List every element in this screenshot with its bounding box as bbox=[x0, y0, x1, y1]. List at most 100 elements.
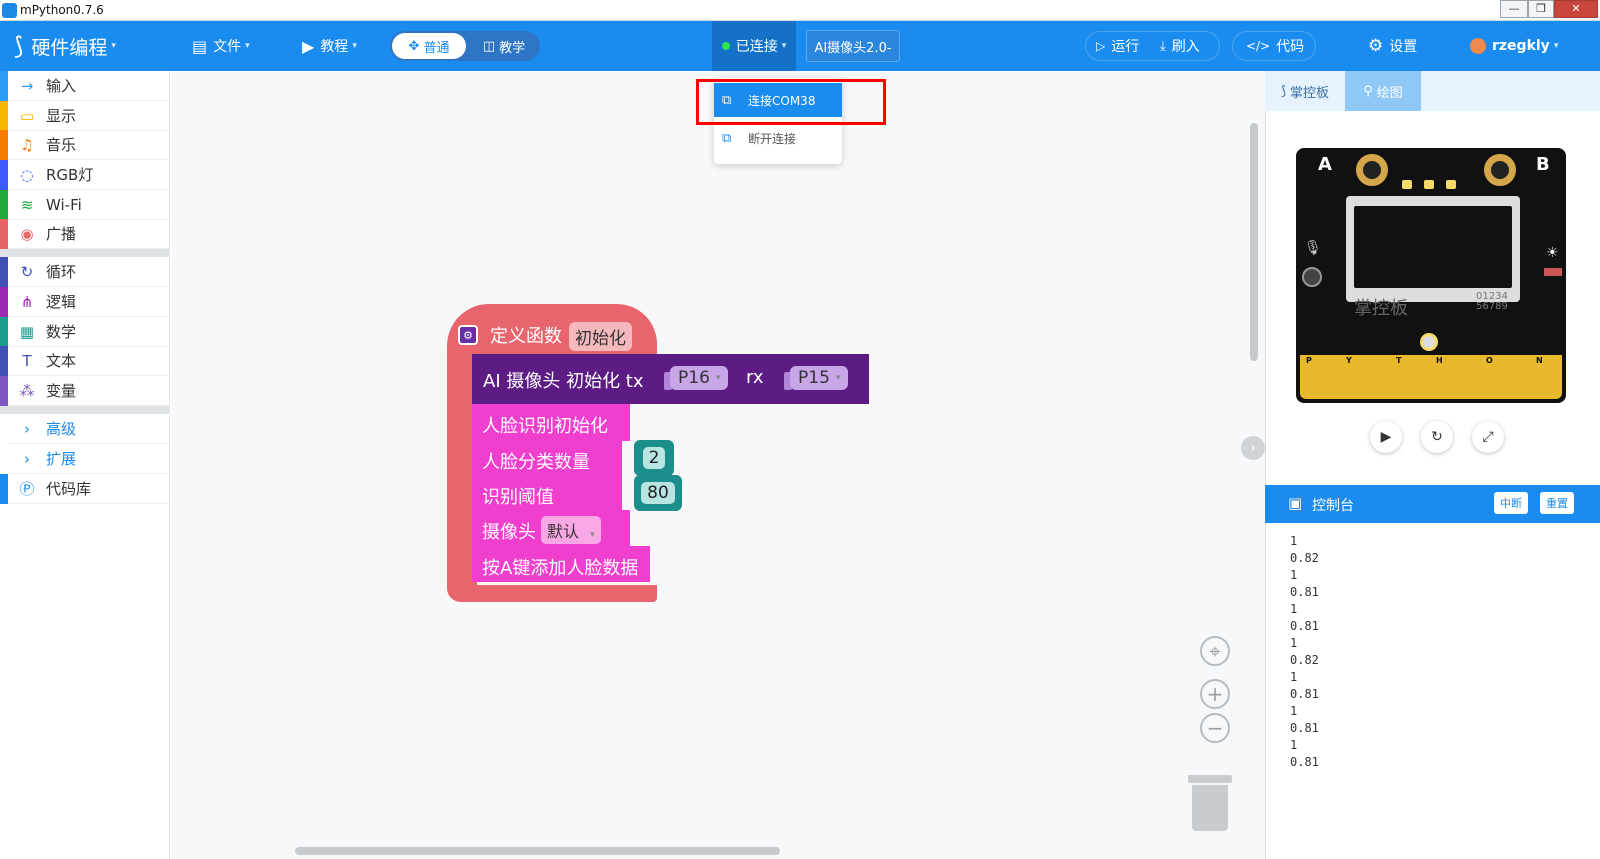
avatar bbox=[1470, 38, 1486, 54]
user-name: rzegkly bbox=[1492, 38, 1550, 54]
file-menu[interactable]: ▤ 文件 ▾ bbox=[192, 21, 250, 71]
sidebar-item-11[interactable]: › 高级 bbox=[0, 413, 170, 444]
chevron-down-icon: ▾ bbox=[1553, 41, 1559, 51]
function-name-field[interactable]: 初始化 bbox=[569, 322, 632, 351]
board-pin-label: O bbox=[1486, 356, 1493, 365]
disconnect-menu-item[interactable]: ⧉ 断开连接 bbox=[714, 121, 842, 155]
recenter-icon[interactable]: ⌖ bbox=[1200, 636, 1230, 666]
console-title: 控制台 bbox=[1312, 498, 1354, 514]
sidebar-item-0[interactable]: → 输入 bbox=[0, 70, 170, 101]
category-color-bar bbox=[0, 473, 8, 504]
category-color-bar bbox=[0, 316, 8, 347]
sidebar-item-label: 文本 bbox=[46, 352, 77, 370]
sim-reset-button[interactable]: ↻ bbox=[1421, 421, 1453, 453]
reset-button[interactable]: 重置 bbox=[1540, 492, 1574, 514]
sidebar-item-10[interactable]: ⁂ 变量 bbox=[0, 375, 170, 406]
sidebar-item-3[interactable]: ◌ RGB灯 bbox=[0, 159, 170, 190]
user-menu[interactable]: rzegkly ▾ bbox=[1470, 21, 1558, 71]
tx-pin-dropdown[interactable]: P16 ▾ bbox=[670, 366, 729, 390]
horizontal-scrollbar[interactable] bbox=[295, 847, 780, 855]
gold-finger-pins bbox=[1300, 355, 1562, 399]
zoom-out-icon[interactable]: − bbox=[1200, 713, 1230, 743]
minimize-button[interactable]: — bbox=[1500, 0, 1528, 18]
face-recognition-init-label: 人脸识别初始化 bbox=[482, 416, 608, 437]
board-button bbox=[1420, 333, 1438, 351]
light-sensor bbox=[1544, 268, 1562, 276]
button-a-label[interactable]: A bbox=[1318, 154, 1332, 175]
expand-icon: ⤢ bbox=[1482, 429, 1494, 445]
rx-label: rx bbox=[746, 367, 764, 388]
sidebar-item-2[interactable]: ♫ 音乐 bbox=[0, 129, 170, 160]
category-color-bar bbox=[0, 100, 8, 131]
sidebar-item-label: 显示 bbox=[46, 107, 77, 125]
settings-button[interactable]: ⚙ 设置 bbox=[1368, 21, 1417, 71]
close-button[interactable]: ✕ bbox=[1554, 0, 1598, 18]
sidebar-item-9[interactable]: T 文本 bbox=[0, 345, 170, 376]
mode-normal-button[interactable]: ✥ 普通 bbox=[392, 33, 466, 59]
main-toolbar: ⟆ 硬件编程 ▾ ▤ 文件 ▾ ▶ 教程 ▾ ✥ 普通 ◫ 教学 已连接 ▾ A… bbox=[0, 21, 1600, 71]
tab-draw[interactable]: ⚲ 绘图 bbox=[1345, 71, 1421, 111]
camera-label: 摄像头 bbox=[482, 522, 536, 543]
sidebar-item-4[interactable]: ≋ Wi-Fi bbox=[0, 189, 170, 220]
threshold-value[interactable]: 80 bbox=[641, 482, 675, 504]
run-label: 运行 bbox=[1111, 39, 1140, 55]
face-class-count-number-block[interactable]: 2 bbox=[634, 440, 674, 476]
gear-icon[interactable]: ⚙ bbox=[458, 325, 478, 345]
sidebar-item-6[interactable]: ↻ 循环 bbox=[0, 256, 170, 287]
chevron-down-icon: ▾ bbox=[352, 41, 357, 51]
sim-fullscreen-button[interactable]: ⤢ bbox=[1472, 421, 1504, 453]
tutorial-icon: ▶ bbox=[302, 36, 315, 56]
button-b-label[interactable]: B bbox=[1536, 154, 1550, 175]
category-icon: ♫ bbox=[20, 135, 34, 154]
trash-icon[interactable] bbox=[1188, 775, 1232, 783]
recognition-threshold-label: 识别阈值 bbox=[482, 487, 554, 508]
connection-button[interactable]: 已连接 ▾ bbox=[712, 21, 796, 71]
rx-pin-dropdown[interactable]: P15 ▾ bbox=[790, 366, 849, 390]
restore-button[interactable]: ❐ bbox=[1528, 0, 1554, 18]
sim-run-button[interactable]: ▶ bbox=[1370, 421, 1402, 453]
define-function-block-foot[interactable] bbox=[447, 585, 657, 602]
settings-label: 设置 bbox=[1389, 39, 1418, 55]
sidebar-item-12[interactable]: › 扩展 bbox=[0, 443, 170, 474]
category-color-bar bbox=[0, 70, 8, 101]
zoom-in-icon[interactable]: + bbox=[1200, 679, 1230, 709]
sidebar-item-label: 循环 bbox=[46, 263, 77, 281]
threshold-number-block[interactable]: 80 bbox=[634, 475, 682, 511]
chevron-right-icon[interactable]: › bbox=[1241, 436, 1265, 460]
device-select[interactable]: AI摄像头2.0- bbox=[806, 30, 900, 62]
connection-status-label: 已连接 bbox=[735, 39, 778, 55]
sidebar-item-label: 数学 bbox=[46, 323, 77, 341]
interrupt-button[interactable]: 中断 bbox=[1494, 492, 1528, 514]
code-icon: </> bbox=[1246, 39, 1271, 53]
flash-label: 刷入 bbox=[1171, 39, 1200, 55]
rgb-led-3 bbox=[1446, 180, 1456, 189]
console-output: 1 0.82 1 0.81 1 0.81 1 0.82 1 0.81 1 0.8… bbox=[1290, 534, 1319, 769]
play-icon: ▶ bbox=[1380, 429, 1392, 445]
category-icon: ≋ bbox=[20, 195, 34, 214]
category-icon: ▭ bbox=[19, 106, 35, 125]
code-button[interactable]: </> 代码 bbox=[1246, 21, 1304, 71]
category-icon: ⋔ bbox=[20, 292, 34, 311]
vertical-scrollbar[interactable] bbox=[1250, 123, 1258, 361]
disconnect-icon: ⧉ bbox=[722, 131, 732, 146]
category-color-bar bbox=[0, 413, 8, 444]
block-workspace[interactable] bbox=[171, 71, 1266, 859]
sidebar-item-8[interactable]: ▦ 数学 bbox=[0, 316, 170, 347]
sidebar-item-5[interactable]: ◉ 广播 bbox=[0, 218, 170, 249]
download-icon: ⤓ bbox=[1160, 38, 1166, 54]
camera-dropdown[interactable]: 默认 ▾ bbox=[541, 516, 601, 544]
run-button[interactable]: ▷ 运行 bbox=[1096, 21, 1139, 71]
flash-button[interactable]: ⤓ 刷入 bbox=[1160, 21, 1200, 71]
tutorial-menu[interactable]: ▶ 教程 ▾ bbox=[302, 21, 357, 71]
board-pin-label: P bbox=[1306, 356, 1312, 365]
mode-edu-button[interactable]: ◫ 教学 bbox=[472, 33, 536, 59]
mode-edu-label: 教学 bbox=[499, 40, 526, 56]
sidebar-item-1[interactable]: ▭ 显示 bbox=[0, 100, 170, 131]
tab-board[interactable]: ⟆ 掌控板 bbox=[1265, 71, 1345, 111]
trash-can-body[interactable] bbox=[1192, 785, 1228, 831]
face-class-count-value[interactable]: 2 bbox=[642, 447, 666, 469]
sidebar-item-13[interactable]: Ⓟ 代码库 bbox=[0, 473, 170, 504]
brand-menu[interactable]: ⟆ 硬件编程 ▾ bbox=[14, 21, 116, 71]
chevron-down-icon: ▾ bbox=[715, 373, 721, 383]
sidebar-item-7[interactable]: ⋔ 逻辑 bbox=[0, 286, 170, 317]
